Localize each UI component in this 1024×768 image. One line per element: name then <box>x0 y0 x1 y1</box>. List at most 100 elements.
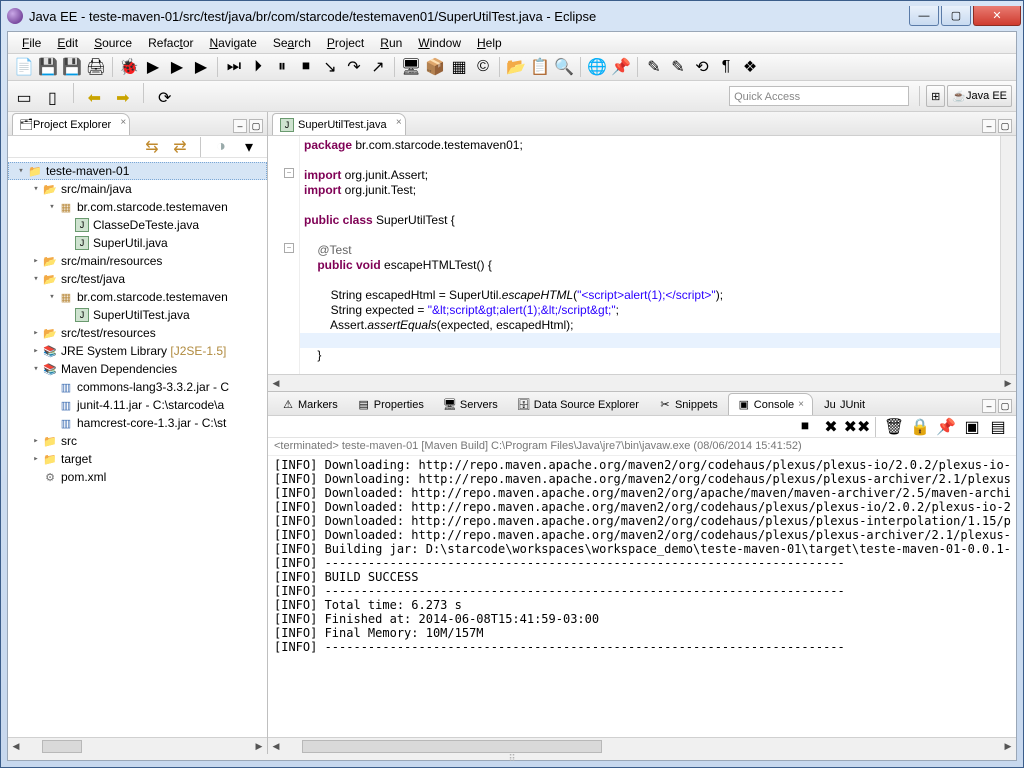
show-view-icon[interactable]: ▭ <box>14 88 34 108</box>
tree-node[interactable]: hamcrest-core-1.3.jar - C:\st <box>8 414 267 432</box>
back-button[interactable]: ⬅ <box>84 88 104 108</box>
twisty-icon[interactable]: ▾ <box>30 274 42 284</box>
twisty-icon[interactable]: ▸ <box>30 436 42 446</box>
scroll-left-icon[interactable]: ◀ <box>268 741 284 752</box>
remove-launch-icon[interactable]: ✖ <box>821 417 841 437</box>
minimize-bottom-button[interactable]: – <box>982 399 996 413</box>
resume-icon[interactable]: ⏵ <box>248 57 268 77</box>
view-menu-icon[interactable]: ▾ <box>239 137 259 157</box>
show-whitespace-icon[interactable]: ¶ <box>716 57 736 77</box>
twisty-icon[interactable]: ▾ <box>30 364 42 374</box>
quick-access-input[interactable]: Quick Access <box>729 86 909 106</box>
scroll-right-icon[interactable]: ▶ <box>251 741 267 752</box>
explorer-tree[interactable]: ▾teste-maven-01▾src/main/java▾br.com.sta… <box>8 158 267 737</box>
refresh-icon[interactable]: ⟳ <box>155 88 175 108</box>
code-editor[interactable]: −− package br.com.starcode.testemaven01;… <box>268 136 1016 374</box>
run-last-button[interactable]: ▶ <box>167 57 187 77</box>
twisty-icon[interactable]: ▸ <box>30 256 42 266</box>
tree-node[interactable]: ▾br.com.starcode.testemaven <box>8 198 267 216</box>
open-task-icon[interactable]: 📋 <box>530 57 550 77</box>
menu-help[interactable]: Help <box>469 34 510 52</box>
annotation-prev-icon[interactable]: ✎ <box>644 57 664 77</box>
scroll-left-icon[interactable]: ◀ <box>8 741 24 752</box>
close-button[interactable]: ✕ <box>973 6 1021 26</box>
maximize-button[interactable]: ▢ <box>941 6 971 26</box>
menu-navigate[interactable]: Navigate <box>201 34 264 52</box>
collapse-all-icon[interactable]: ⇆ <box>142 137 162 157</box>
tree-node[interactable]: ClasseDeTeste.java <box>8 216 267 234</box>
save-all-button[interactable]: 💾 <box>62 57 82 77</box>
tree-node[interactable]: pom.xml <box>8 468 267 486</box>
maximize-bottom-button[interactable]: ▢ <box>998 399 1012 413</box>
last-edit-icon[interactable]: ⟲ <box>692 57 712 77</box>
tree-node[interactable]: ▾src/main/java <box>8 180 267 198</box>
open-perspective-button[interactable]: ⊞ <box>926 85 945 107</box>
pin-editor-icon[interactable]: 📌 <box>611 57 631 77</box>
show-in-icon[interactable]: ▯ <box>42 88 62 108</box>
annotation-next-icon[interactable]: ✎ <box>668 57 688 77</box>
tree-node[interactable]: commons-lang3-3.3.2.jar - C <box>8 378 267 396</box>
remove-all-icon[interactable]: ✖✖ <box>847 417 867 437</box>
scroll-left-icon[interactable]: ◀ <box>268 378 284 389</box>
tree-node[interactable]: ▸src <box>8 432 267 450</box>
new-server-icon[interactable]: 🖥 <box>401 57 421 77</box>
maximize-editor-button[interactable]: ▢ <box>998 119 1012 133</box>
debug-button[interactable]: 🐞 <box>119 57 139 77</box>
menu-run[interactable]: Run <box>372 34 410 52</box>
toggle-mark-icon[interactable]: ❖ <box>740 57 760 77</box>
menu-file[interactable]: File <box>14 34 49 52</box>
save-button[interactable]: 💾 <box>38 57 58 77</box>
twisty-icon[interactable]: ▾ <box>46 202 58 212</box>
tree-node[interactable]: ▸target <box>8 450 267 468</box>
twisty-icon[interactable]: ▾ <box>46 292 58 302</box>
menu-refactor[interactable]: Refactor <box>140 34 201 52</box>
clear-console-icon[interactable]: 🗑 <box>884 417 904 437</box>
scroll-right-icon[interactable]: ▶ <box>1000 741 1016 752</box>
menubar[interactable]: File Edit Source Refactor Navigate Searc… <box>8 32 1016 54</box>
menu-window[interactable]: Window <box>410 34 469 52</box>
skip-breakpoints-icon[interactable]: ⏭ <box>224 57 244 77</box>
run-button[interactable]: ▶ <box>143 57 163 77</box>
minimize-editor-button[interactable]: – <box>982 119 996 133</box>
pin-console-icon[interactable]: 📌 <box>936 417 956 437</box>
console-output[interactable]: [INFO] Downloading: http://repo.maven.ap… <box>268 456 1016 737</box>
explorer-tab[interactable]: 🗂 Project Explorer × <box>12 113 130 135</box>
open-type-icon[interactable]: 📂 <box>506 57 526 77</box>
code-content[interactable]: package br.com.starcode.testemaven01; im… <box>300 136 1000 374</box>
tree-node[interactable]: SuperUtil.java <box>8 234 267 252</box>
fold-icon[interactable]: − <box>284 168 294 178</box>
menu-search[interactable]: Search <box>265 34 319 52</box>
twisty-icon[interactable]: ▸ <box>30 346 42 356</box>
new-package-icon[interactable]: ▦ <box>449 57 469 77</box>
tree-node[interactable]: ▾Maven Dependencies <box>8 360 267 378</box>
twisty-icon[interactable]: ▸ <box>30 454 42 464</box>
toggle-breadcrumb-icon[interactable]: 🌐 <box>587 57 607 77</box>
editor-vscrollbar[interactable] <box>1000 136 1016 374</box>
menu-project[interactable]: Project <box>319 34 372 52</box>
status-sash[interactable]: ⠿ <box>8 754 1016 760</box>
forward-button[interactable]: ➡ <box>113 88 133 108</box>
editor-hscrollbar[interactable]: ◀ ▶ <box>268 374 1016 391</box>
new-class-icon[interactable]: © <box>473 57 493 77</box>
tree-node[interactable]: ▸JRE System Library [J2SE-1.5] <box>8 342 267 360</box>
new-java-project-icon[interactable]: 📦 <box>425 57 445 77</box>
print-button[interactable]: 🖨 <box>86 57 106 77</box>
scroll-lock-icon[interactable]: 🔒 <box>910 417 930 437</box>
tree-node[interactable]: junit-4.11.jar - C:\starcode\a <box>8 396 267 414</box>
scroll-thumb[interactable] <box>302 740 602 753</box>
tree-node[interactable]: ▾src/test/java <box>8 270 267 288</box>
fold-icon[interactable]: − <box>284 243 294 253</box>
maximize-view-button[interactable]: ▢ <box>249 119 263 133</box>
menu-source[interactable]: Source <box>86 34 140 52</box>
coverage-button[interactable]: ▶ <box>191 57 211 77</box>
tab-data-source-explorer[interactable]: 🗄Data Source Explorer <box>508 393 648 415</box>
tree-node[interactable]: SuperUtilTest.java <box>8 306 267 324</box>
scroll-right-icon[interactable]: ▶ <box>1000 378 1016 389</box>
tab-markers[interactable]: ⚠Markers <box>272 393 347 415</box>
open-console-icon[interactable]: ▤ <box>988 417 1008 437</box>
focus-task-icon[interactable]: ◑ <box>211 137 231 157</box>
terminate-icon[interactable]: ⏹ <box>296 57 316 77</box>
tab-junit[interactable]: JuJUnit <box>814 393 874 415</box>
step-return-icon[interactable]: ↗ <box>368 57 388 77</box>
editor-gutter[interactable]: −− <box>268 136 300 374</box>
